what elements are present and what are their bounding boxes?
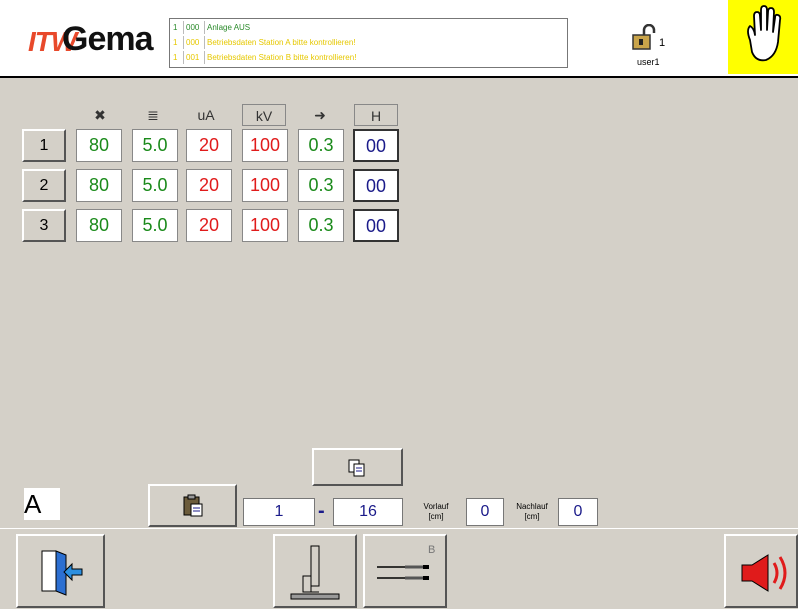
message-code: 001 [186,53,200,62]
h-value[interactable]: 00 [353,209,399,242]
volume-value[interactable]: 5.0 [132,129,178,162]
message-row: 1 000 Anlage AUS [170,20,565,35]
message-count: 1 [173,38,178,47]
air-value[interactable]: 80 [76,169,122,202]
message-list[interactable]: 1 000 Anlage AUS 1 000 Betriebsdaten Sta… [169,18,568,68]
exit-button[interactable] [16,534,105,608]
username: user1 [637,57,660,67]
paste-button[interactable] [148,484,237,527]
message-count: 1 [173,53,178,62]
vorlauf-field[interactable]: 0 [466,498,504,526]
current-value[interactable]: 20 [186,169,232,202]
h-value[interactable]: 00 [353,129,399,162]
reciprocator-icon [290,545,340,600]
exit-door-icon [41,550,83,596]
message-row: 1 001 Betriebsdaten Station B bitte kont… [170,50,565,65]
nachlauf-field[interactable]: 0 [558,498,598,526]
current-value[interactable]: 20 [186,209,232,242]
spray-guns-icon [377,565,429,580]
station-b-button[interactable]: B [363,534,447,608]
h-value[interactable]: 00 [353,169,399,202]
voltage-value[interactable]: 100 [242,209,288,242]
range-separator: - [318,500,325,522]
unlock-icon[interactable] [632,23,656,50]
gun-position-button[interactable] [273,534,357,608]
arrow-value[interactable]: 0.3 [298,209,344,242]
gema-logo: Gema [62,20,153,58]
volume-value[interactable]: 5.0 [132,209,178,242]
message-count: 1 [173,23,178,32]
volume-value[interactable]: 5.0 [132,169,178,202]
access-level: 1 [659,37,666,49]
copy-button[interactable] [312,448,403,486]
column-header-arrow: ➜ [314,107,326,123]
gun-1-button[interactable]: 1 [22,129,66,162]
message-text: Anlage AUS [207,23,251,32]
message-text: Betriebsdaten Station B bitte kontrollie… [207,53,357,62]
range-from-field[interactable]: 1 [243,498,315,526]
gun-3-button[interactable]: 3 [22,209,66,242]
arrow-value[interactable]: 0.3 [298,129,344,162]
voltage-value[interactable]: 100 [242,129,288,162]
message-code: 000 [186,38,200,47]
column-header-current: uA [197,107,215,123]
message-row: 1 000 Betriebsdaten Station A bitte kont… [170,35,565,50]
column-header-volume: ≣ [147,107,159,123]
arrow-value[interactable]: 0.3 [298,169,344,202]
air-value[interactable]: 80 [76,129,122,162]
air-value[interactable]: 80 [76,209,122,242]
message-text: Betriebsdaten Station A bitte kontrollie… [207,38,356,47]
column-header-voltage[interactable]: kV [242,104,286,126]
copy-icon [348,459,365,477]
stop-hand-button[interactable] [728,0,798,74]
clipboard-icon [183,494,203,517]
nachlauf-label: Nachlauf [cm] [516,502,548,521]
current-value[interactable]: 20 [186,129,232,162]
horn-icon [741,554,787,592]
station-label: A [24,488,60,520]
voltage-value[interactable]: 100 [242,169,288,202]
message-code: 000 [186,23,200,32]
vorlauf-label: Vorlauf [cm] [423,502,449,521]
column-header-air: ✖ [94,107,106,123]
column-header-h[interactable]: H [354,104,398,126]
horn-button[interactable] [724,534,798,608]
station-b-label: B [428,544,436,556]
hand-icon [747,5,782,62]
gun-2-button[interactable]: 2 [22,169,66,202]
range-to-field[interactable]: 16 [333,498,403,526]
